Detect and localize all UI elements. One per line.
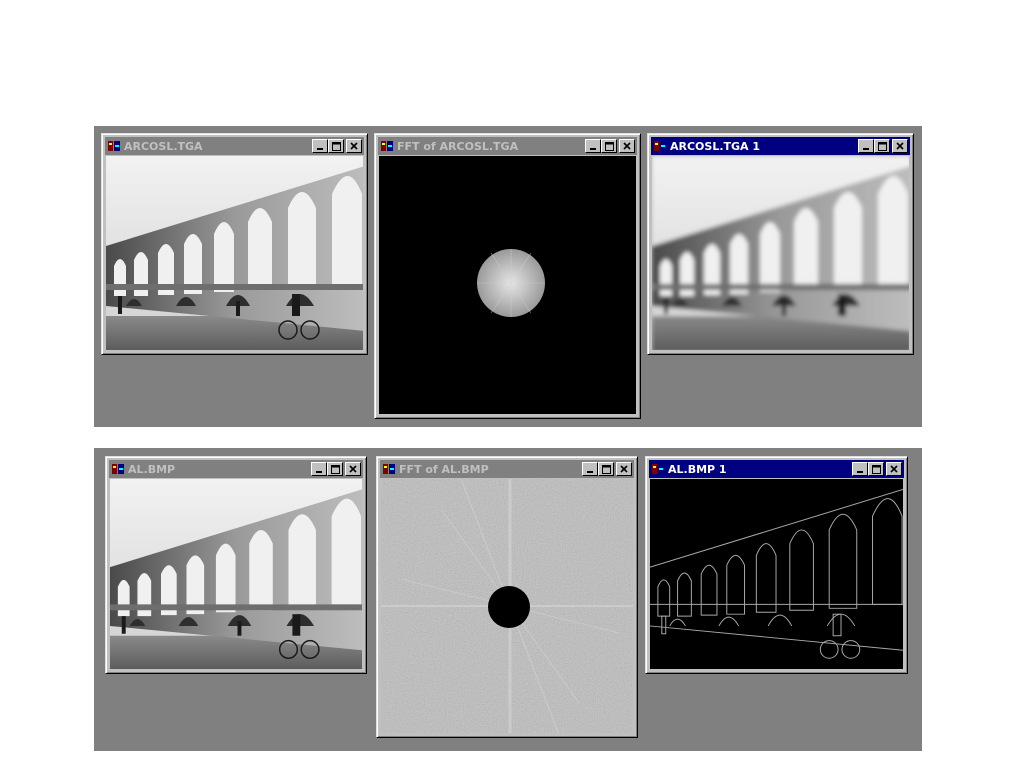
window-title: FFT of AL.BMP: [399, 462, 489, 476]
window-title: ARCOSL.TGA: [124, 139, 203, 153]
window-arcosl-original[interactable]: ARCOSL.TGA: [101, 133, 368, 355]
image-app-icon: [381, 141, 393, 151]
close-button[interactable]: [619, 139, 635, 153]
maximize-icon: [331, 141, 341, 151]
maximize-icon: [877, 141, 887, 151]
minimize-button[interactable]: [858, 139, 874, 153]
window-fft-al[interactable]: FFT of AL.BMP: [376, 456, 638, 738]
maximize-button[interactable]: [874, 139, 890, 153]
maximize-icon: [330, 464, 340, 474]
close-icon: [890, 465, 898, 473]
window-al-filtered[interactable]: AL.BMP 1: [645, 456, 908, 674]
window-title: AL.BMP: [128, 462, 176, 476]
maximize-button[interactable]: [601, 139, 617, 153]
maximize-icon: [601, 464, 611, 474]
window-al-original[interactable]: AL.BMP: [105, 456, 367, 674]
image-app-icon: [112, 464, 124, 474]
aqueduct-scene: [106, 156, 363, 350]
window-titlebar[interactable]: ARCOSL.TGA 1: [651, 137, 910, 155]
image-app-icon: [383, 464, 395, 474]
minimize-icon: [590, 148, 596, 150]
close-button[interactable]: [345, 462, 361, 476]
close-icon: [349, 465, 357, 473]
maximize-icon: [871, 464, 881, 474]
minimize-button[interactable]: [312, 139, 328, 153]
close-button[interactable]: [886, 462, 902, 476]
close-button[interactable]: [346, 139, 362, 153]
aqueduct-scene: [110, 479, 362, 669]
close-icon: [620, 465, 628, 473]
fft-spectrum-highpass: [381, 479, 633, 733]
aqueduct-photo: [110, 479, 362, 669]
blurred-scene: [652, 156, 909, 350]
minimize-button[interactable]: [582, 462, 598, 476]
window-title: ARCOSL.TGA 1: [670, 139, 761, 153]
close-icon: [896, 142, 904, 150]
blurred-aqueduct-photo: [652, 156, 909, 350]
window-arcosl-filtered[interactable]: ARCOSL.TGA 1: [647, 133, 914, 355]
minimize-button[interactable]: [585, 139, 601, 153]
window-titlebar[interactable]: FFT of ARCOSL.TGA: [378, 137, 637, 155]
edge-detected-aqueduct: [650, 479, 903, 669]
minimize-icon: [863, 148, 869, 150]
image-app-icon: [654, 141, 666, 151]
window-fft-arcosl[interactable]: FFT of ARCOSL.TGA: [374, 133, 641, 419]
fft-spectrum-lowpass: [379, 156, 636, 414]
aqueduct-photo: [106, 156, 363, 350]
maximize-button[interactable]: [598, 462, 614, 476]
minimize-button[interactable]: [852, 462, 868, 476]
maximize-button[interactable]: [328, 139, 344, 153]
close-icon: [350, 142, 358, 150]
close-button[interactable]: [616, 462, 632, 476]
image-app-icon: [652, 464, 664, 474]
maximize-button[interactable]: [868, 462, 884, 476]
window-titlebar[interactable]: ARCOSL.TGA: [105, 137, 364, 155]
window-title: FFT of ARCOSL.TGA: [397, 139, 519, 153]
maximize-icon: [604, 141, 614, 151]
minimize-button[interactable]: [311, 462, 327, 476]
minimize-icon: [857, 471, 863, 473]
window-titlebar[interactable]: AL.BMP 1: [649, 460, 904, 478]
window-titlebar[interactable]: FFT of AL.BMP: [380, 460, 634, 478]
close-icon: [623, 142, 631, 150]
maximize-button[interactable]: [327, 462, 343, 476]
window-title: AL.BMP 1: [668, 462, 727, 476]
image-app-icon: [108, 141, 120, 151]
highpass-center-mask: [488, 586, 530, 628]
close-button[interactable]: [892, 139, 908, 153]
minimize-icon: [587, 471, 593, 473]
window-titlebar[interactable]: AL.BMP: [109, 460, 363, 478]
minimize-icon: [316, 471, 322, 473]
minimize-icon: [317, 148, 323, 150]
